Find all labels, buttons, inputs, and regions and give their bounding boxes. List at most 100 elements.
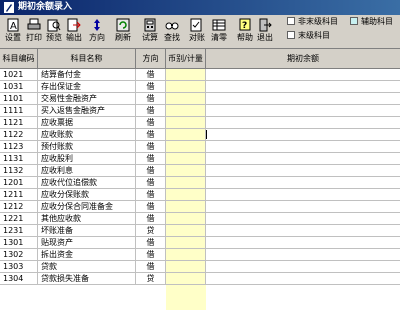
- account-code-cell: 1031: [0, 81, 38, 92]
- col-header-name[interactable]: 科目名称: [38, 49, 136, 68]
- opening-balance-cell[interactable]: [206, 213, 400, 224]
- opening-balance-cell[interactable]: [206, 201, 400, 212]
- direction-cell: 贷: [136, 273, 166, 284]
- col-header-direction[interactable]: 方向: [136, 49, 166, 68]
- col-header-code[interactable]: 科目编码: [0, 49, 38, 68]
- table-row[interactable]: 1111 买入返售金融资产借: [0, 105, 400, 117]
- exit-button[interactable]: 退出: [254, 17, 276, 46]
- direction-cell: 借: [136, 213, 166, 224]
- opening-balance-cell[interactable]: [206, 237, 400, 248]
- table-row[interactable]: 1101 交易性金融资产借: [0, 93, 400, 105]
- currency-cell[interactable]: [166, 189, 206, 200]
- opening-balance-cell[interactable]: [206, 117, 400, 128]
- opening-balance-cell[interactable]: [206, 153, 400, 164]
- option-non-leaf[interactable]: 非末级科目: [287, 16, 338, 27]
- table-row[interactable]: 1201 应收代位追偿款借: [0, 177, 400, 189]
- account-code-cell: 1201: [0, 177, 38, 188]
- currency-cell[interactable]: [166, 117, 206, 128]
- exit-icon: [259, 18, 272, 32]
- table-row[interactable]: 1231 坏账准备贷: [0, 225, 400, 237]
- opening-balance-cell[interactable]: [206, 141, 400, 152]
- account-name-cell: 应收股利: [38, 153, 136, 164]
- opening-balance-cell[interactable]: [206, 81, 400, 92]
- table-row[interactable]: 1211 应收分保账款借: [0, 189, 400, 201]
- direction-cell: 借: [136, 189, 166, 200]
- table-row[interactable]: 1122 应收账款借: [0, 129, 400, 141]
- currency-cell[interactable]: [166, 153, 206, 164]
- opening-balance-cell[interactable]: [206, 93, 400, 104]
- account-code-cell: 1101: [0, 93, 38, 104]
- export-button[interactable]: 输出: [63, 17, 85, 46]
- opening-balance-cell[interactable]: [206, 273, 400, 284]
- opening-balance-cell[interactable]: [206, 165, 400, 176]
- table-row[interactable]: 1221 其他应收款借: [0, 213, 400, 225]
- currency-cell[interactable]: [166, 213, 206, 224]
- table-row[interactable]: 1021 结算备付金借: [0, 69, 400, 81]
- direction-cell: 借: [136, 261, 166, 272]
- direction-button[interactable]: 方向: [86, 17, 108, 46]
- currency-cell[interactable]: [166, 249, 206, 260]
- find-label: 查找: [164, 33, 180, 42]
- opening-balance-cell[interactable]: [206, 249, 400, 260]
- account-name-cell: 应收分保账款: [38, 189, 136, 200]
- col-header-opening-balance[interactable]: 期初余额: [206, 49, 400, 68]
- clear-button[interactable]: 清零: [208, 17, 230, 46]
- currency-cell[interactable]: [166, 165, 206, 176]
- table-row[interactable]: 1132 应收利息借: [0, 165, 400, 177]
- account-code-cell: 1231: [0, 225, 38, 236]
- leaf-label: 末级科目: [298, 31, 330, 40]
- table-row[interactable]: 1031 存出保证金借: [0, 81, 400, 93]
- app-icon: [4, 2, 14, 13]
- currency-cell[interactable]: [166, 225, 206, 236]
- account-code-cell: 1132: [0, 165, 38, 176]
- table-row[interactable]: 1303 贷款借: [0, 261, 400, 273]
- direction-cell: 借: [136, 69, 166, 80]
- trial-balance-icon: [144, 18, 156, 32]
- currency-cell[interactable]: [166, 273, 206, 284]
- opening-balance-cell[interactable]: [206, 261, 400, 272]
- opening-balance-cell[interactable]: [206, 129, 400, 140]
- opening-balance-cell[interactable]: [206, 69, 400, 80]
- table-row[interactable]: 1131 应收股利借: [0, 153, 400, 165]
- account-code-cell: 1122: [0, 129, 38, 140]
- opening-balance-cell[interactable]: [206, 105, 400, 116]
- non-leaf-label: 非末级科目: [298, 17, 338, 26]
- currency-cell[interactable]: [166, 177, 206, 188]
- account-name-cell: 贴现资产: [38, 237, 136, 248]
- table-row[interactable]: 1212 应收分保合同准备金借: [0, 201, 400, 213]
- direction-cell: 借: [136, 117, 166, 128]
- table-row[interactable]: 1301 贴现资产借: [0, 237, 400, 249]
- account-name-cell: 存出保证金: [38, 81, 136, 92]
- currency-cell[interactable]: [166, 81, 206, 92]
- opening-balance-cell[interactable]: [206, 225, 400, 236]
- table-row[interactable]: 1123 预付账款借: [0, 141, 400, 153]
- account-code-cell: 1301: [0, 237, 38, 248]
- currency-cell[interactable]: [166, 261, 206, 272]
- table-row[interactable]: 1121 应收票据借: [0, 117, 400, 129]
- auxiliary-swatch: [350, 17, 358, 25]
- option-auxiliary[interactable]: 辅助科目: [350, 16, 393, 27]
- help-icon: ?: [239, 18, 251, 31]
- refresh-button[interactable]: 刷新: [112, 17, 134, 46]
- currency-cell[interactable]: [166, 201, 206, 212]
- settings-icon: A: [7, 18, 19, 32]
- find-icon: [165, 22, 179, 30]
- col-header-currency[interactable]: 币别/计量: [166, 49, 206, 68]
- currency-cell[interactable]: [166, 69, 206, 80]
- option-leaf[interactable]: 末级科目: [287, 30, 330, 41]
- account-code-cell: 1111: [0, 105, 38, 116]
- account-code-cell: 1121: [0, 117, 38, 128]
- direction-cell: 借: [136, 177, 166, 188]
- currency-cell[interactable]: [166, 129, 206, 140]
- table-row[interactable]: 1302 拆出资金借: [0, 249, 400, 261]
- currency-cell[interactable]: [166, 237, 206, 248]
- opening-balance-cell[interactable]: [206, 177, 400, 188]
- find-button[interactable]: 查找: [161, 17, 183, 46]
- currency-cell[interactable]: [166, 141, 206, 152]
- currency-cell[interactable]: [166, 105, 206, 116]
- exit-label: 退出: [257, 33, 273, 42]
- account-code-cell: 1123: [0, 141, 38, 152]
- currency-cell[interactable]: [166, 93, 206, 104]
- opening-balance-cell[interactable]: [206, 189, 400, 200]
- table-row[interactable]: 1304 贷款损失准备贷: [0, 273, 400, 285]
